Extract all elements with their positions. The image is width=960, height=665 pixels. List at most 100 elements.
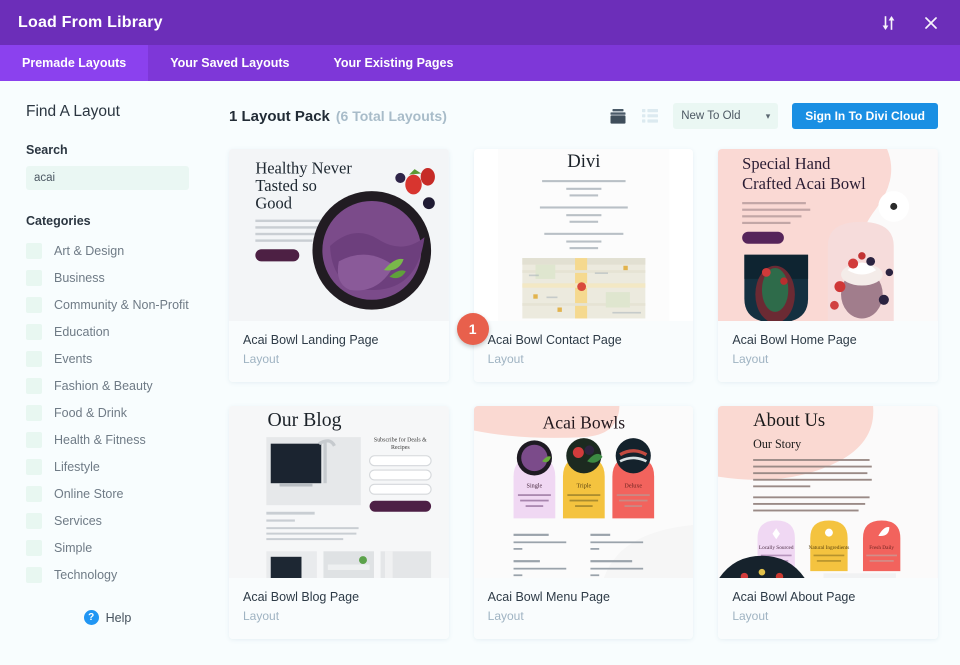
tab-your-saved-layouts[interactable]: Your Saved Layouts: [148, 45, 311, 81]
sidebar: Find A Layout Search + Filter Categories…: [0, 81, 222, 665]
search-label: Search: [26, 143, 68, 157]
search-input[interactable]: [26, 166, 189, 190]
layout-card-acai-bowl-contact-page[interactable]: 1 Divi Acai Bowl Contact Page Layout: [456, 149, 694, 382]
category-label: Business: [54, 270, 105, 285]
checkbox-icon[interactable]: [26, 539, 42, 556]
layout-card-acai-bowl-landing-page[interactable]: Healthy Never Tasted so Good Acai Bowl L…: [229, 149, 449, 382]
category-item-business[interactable]: Business: [26, 264, 222, 291]
close-icon[interactable]: [920, 12, 942, 34]
layout-card-meta: Acai Bowl Landing Page Layout: [229, 321, 449, 382]
main-content: 1 Layout Pack (6 Total Layouts) New To O…: [222, 81, 960, 665]
question-mark-icon: ?: [83, 610, 99, 625]
checkbox-icon[interactable]: [26, 431, 42, 448]
toolbar-right: New To Old ▾ Sign In To Divi Cloud: [609, 103, 938, 129]
layout-card-acai-bowl-about-page[interactable]: About Us Our Story Locally Sourced Natur…: [718, 406, 938, 639]
category-label: Lifestyle: [54, 459, 100, 474]
svg-text:Single: Single: [526, 484, 542, 490]
layout-card-subtitle: Layout: [487, 352, 524, 366]
category-item-food-drink[interactable]: Food & Drink: [26, 399, 222, 426]
category-label: Fashion & Beauty: [54, 378, 153, 393]
svg-text:Good: Good: [255, 194, 292, 213]
layout-card-subtitle: Layout: [243, 609, 280, 623]
layout-card-acai-bowl-blog-page[interactable]: Our Blog Subscribe for Deals & Recipes A…: [229, 406, 449, 639]
checkbox-icon[interactable]: [26, 377, 42, 394]
category-label: Events: [54, 351, 93, 366]
tab-your-existing-pages[interactable]: Your Existing Pages: [311, 45, 475, 81]
categories-label: Categories: [26, 214, 91, 228]
svg-text:Special Hand: Special Hand: [742, 154, 831, 173]
search-field-wrap: + Filter: [26, 166, 189, 190]
layout-card-meta: Acai Bowl About Page Layout: [718, 578, 938, 639]
svg-text:About Us: About Us: [753, 410, 825, 431]
sidebar-title: Find A Layout: [26, 103, 120, 120]
svg-text:Healthy Never: Healthy Never: [255, 158, 352, 177]
sort-order-value: New To Old: [681, 110, 741, 122]
layout-thumbnail: Healthy Never Tasted so Good: [229, 149, 449, 321]
layout-card-meta: Acai Bowl Contact Page Layout: [473, 321, 694, 382]
page-title: Load From Library: [18, 13, 163, 31]
layout-card-title: Acai Bowl Landing Page: [243, 333, 379, 347]
layout-card-title: Acai Bowl Blog Page: [243, 590, 360, 604]
list-view-icon[interactable]: [641, 108, 659, 124]
category-item-services[interactable]: Services: [26, 507, 222, 534]
import-export-icon[interactable]: [878, 12, 900, 34]
layout-card-subtitle: Layout: [732, 609, 769, 623]
help-label: Help: [105, 610, 132, 625]
category-item-events[interactable]: Events: [26, 345, 222, 372]
checkbox-icon[interactable]: [26, 458, 42, 475]
checkbox-icon[interactable]: [26, 269, 42, 286]
category-item-fashion-beauty[interactable]: Fashion & Beauty: [26, 372, 222, 399]
chevron-down-icon: ▾: [765, 110, 771, 121]
layout-card-title: Acai Bowl Contact Page: [487, 333, 622, 347]
category-item-simple[interactable]: Simple: [26, 534, 222, 561]
category-item-online-store[interactable]: Online Store: [26, 480, 222, 507]
sign-in-divi-cloud-button[interactable]: Sign In To Divi Cloud: [792, 103, 938, 129]
checkbox-icon[interactable]: [26, 242, 42, 259]
checkbox-icon[interactable]: [26, 296, 42, 313]
layout-card-subtitle: Layout: [732, 352, 769, 366]
svg-text:Tasted so: Tasted so: [255, 176, 317, 195]
layout-thumbnail: Our Blog Subscribe for Deals & Recipes: [229, 406, 449, 578]
checkbox-icon[interactable]: [26, 485, 42, 502]
layout-card-acai-bowl-home-page[interactable]: Special Hand Crafted Acai Bowl Acai Bowl…: [718, 149, 938, 382]
layout-card-meta: Acai Bowl Menu Page Layout: [473, 578, 694, 639]
help-button[interactable]: ? Help: [26, 610, 189, 625]
modal-titlebar: Load From Library: [0, 0, 960, 45]
svg-text:Natural Ingredients: Natural Ingredients: [809, 545, 850, 551]
category-label: Art & Design: [54, 243, 125, 258]
svg-text:Subscribe for Deals &: Subscribe for Deals &: [374, 436, 427, 443]
layout-grid: Healthy Never Tasted so Good Acai Bowl L…: [229, 149, 938, 639]
category-label: Community & Non-Profit: [54, 297, 189, 312]
svg-text:Recipes: Recipes: [391, 445, 410, 451]
category-item-health-fitness[interactable]: Health & Fitness: [26, 426, 222, 453]
stacked-cards-icon[interactable]: [609, 108, 627, 125]
layout-card-acai-bowl-menu-page[interactable]: Acai Bowls Single Triple Deluxe Acai Bow…: [473, 406, 694, 639]
tab-premade-layouts[interactable]: Premade Layouts: [0, 45, 149, 81]
category-label: Health & Fitness: [54, 432, 146, 447]
category-item-art-design[interactable]: Art & Design: [26, 237, 222, 264]
category-item-technology[interactable]: Technology: [26, 561, 222, 588]
checkbox-icon[interactable]: [26, 566, 42, 583]
category-label: Online Store: [54, 486, 124, 501]
layout-card-subtitle: Layout: [243, 352, 280, 366]
layout-thumbnail: Divi: [473, 149, 694, 321]
svg-text:Crafted Acai Bowl: Crafted Acai Bowl: [742, 174, 866, 193]
category-label: Services: [54, 513, 102, 528]
category-list: Art & Design Business Community & Non-Pr…: [26, 237, 222, 588]
layout-thumbnail: Acai Bowls Single Triple Deluxe: [473, 406, 694, 578]
checkbox-icon[interactable]: [26, 404, 42, 421]
category-label: Simple: [54, 540, 93, 555]
category-item-community-non-profit[interactable]: Community & Non-Profit: [26, 291, 222, 318]
category-item-lifestyle[interactable]: Lifestyle: [26, 453, 222, 480]
svg-text:Our Story: Our Story: [753, 437, 801, 451]
results-toolbar: 1 Layout Pack (6 Total Layouts) New To O…: [229, 99, 938, 133]
layout-total-count: (6 Total Layouts): [335, 108, 447, 124]
category-label: Technology: [54, 567, 118, 582]
svg-text:Triple: Triple: [576, 484, 591, 490]
category-item-education[interactable]: Education: [26, 318, 222, 345]
sort-order-select[interactable]: New To Old ▾: [673, 103, 779, 129]
layout-card-subtitle: Layout: [487, 609, 524, 623]
checkbox-icon[interactable]: [26, 350, 42, 367]
checkbox-icon[interactable]: [26, 323, 42, 340]
checkbox-icon[interactable]: [26, 512, 42, 529]
